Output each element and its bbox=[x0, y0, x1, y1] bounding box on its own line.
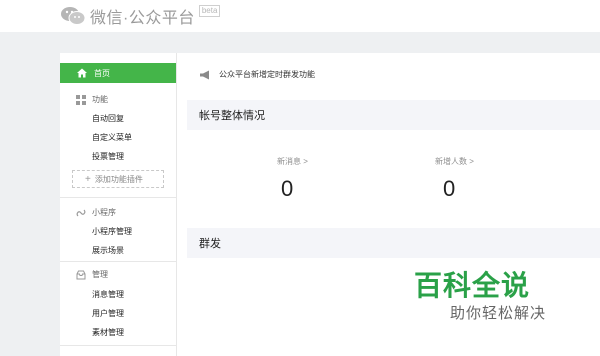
sidebar-item-mini-program-manage[interactable]: 小程序管理 bbox=[92, 226, 132, 237]
home-icon bbox=[77, 68, 87, 78]
wechat-logo[interactable]: 微信·公众平台 beta bbox=[60, 4, 221, 28]
chevron-right-icon: > bbox=[469, 157, 474, 166]
new-messages-link[interactable]: 新消息 > bbox=[277, 156, 308, 167]
watermark: 百科全说 助你轻松解决 bbox=[414, 271, 584, 323]
new-followers-count: 0 bbox=[443, 176, 456, 201]
sidebar-divider bbox=[60, 261, 176, 262]
sidebar-divider bbox=[60, 197, 176, 198]
sidebar-item-custom-menu[interactable]: 自定义菜单 bbox=[92, 132, 132, 143]
sidebar-item-home[interactable]: 首页 bbox=[60, 63, 176, 83]
mass-send-header: 群发 bbox=[187, 228, 600, 258]
megaphone-icon bbox=[200, 70, 209, 79]
mini-program-icon bbox=[76, 209, 86, 216]
logo-text: 微信·公众平台 bbox=[90, 10, 195, 27]
wechat-logo-icon bbox=[61, 7, 86, 25]
inbox-icon bbox=[76, 270, 86, 279]
sidebar-group-mini-program: 小程序 bbox=[76, 207, 116, 218]
mass-send-title: 群发 bbox=[199, 238, 221, 250]
sidebar-group-functions: 功能 bbox=[76, 94, 108, 105]
notice-text: 公众平台新增定时群发功能 bbox=[219, 70, 315, 79]
add-plugin-button[interactable]: + 添加功能插件 bbox=[72, 170, 164, 188]
new-followers-link[interactable]: 新增人数 > bbox=[435, 156, 474, 167]
notice-bar[interactable]: 公众平台新增定时群发功能 bbox=[199, 69, 315, 80]
watermark-subtitle: 助你轻松解决 bbox=[450, 305, 547, 322]
sidebar-item-material-manage[interactable]: 素材管理 bbox=[92, 327, 124, 338]
overview-header: 帐号整体情况 bbox=[187, 100, 600, 130]
new-messages-count: 0 bbox=[281, 176, 294, 201]
top-bar: 微信·公众平台 beta bbox=[0, 0, 600, 32]
sidebar: 首页 功能 自动回复 自定义菜单 投票管理 + 添加功能插件 小程序 小程序管理… bbox=[60, 53, 177, 356]
sidebar-item-vote-manage[interactable]: 投票管理 bbox=[92, 151, 124, 162]
plus-icon: + bbox=[85, 173, 91, 185]
sidebar-item-message-manage[interactable]: 消息管理 bbox=[92, 289, 124, 300]
chevron-right-icon: > bbox=[303, 157, 308, 166]
overview-title: 帐号整体情况 bbox=[199, 110, 265, 122]
sidebar-item-label: 首页 bbox=[94, 68, 110, 78]
sidebar-item-display-scene[interactable]: 展示场景 bbox=[92, 245, 124, 256]
grid-icon bbox=[76, 94, 86, 105]
sidebar-group-manage: 管理 bbox=[76, 269, 108, 280]
sidebar-item-user-manage[interactable]: 用户管理 bbox=[92, 308, 124, 319]
sidebar-divider bbox=[60, 345, 176, 346]
watermark-title: 百科全说 bbox=[414, 270, 531, 301]
sidebar-item-auto-reply[interactable]: 自动回复 bbox=[92, 113, 124, 124]
beta-badge: beta bbox=[198, 5, 221, 17]
